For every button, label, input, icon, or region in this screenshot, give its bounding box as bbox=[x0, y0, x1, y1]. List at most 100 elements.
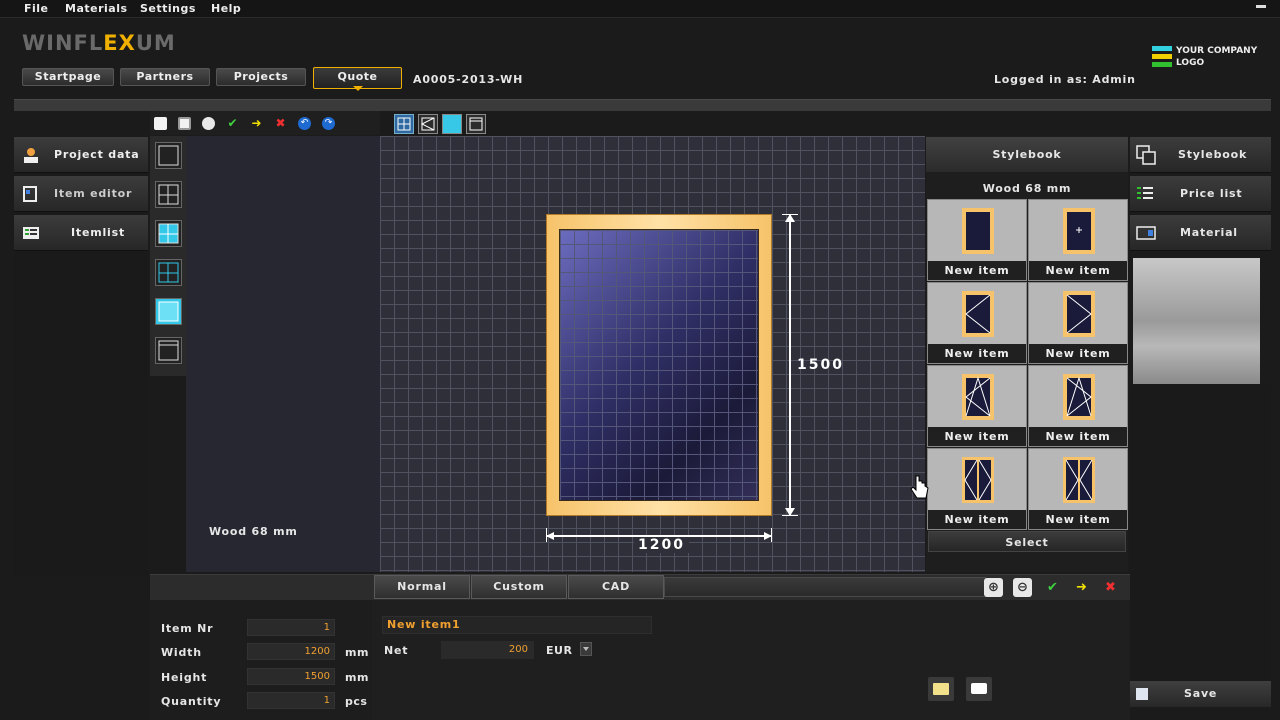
delete-icon[interactable]: ✖ bbox=[274, 117, 287, 130]
zoom-in-icon[interactable]: ⊕ bbox=[984, 578, 1003, 597]
zoom-out-icon[interactable]: ⊖ bbox=[1013, 578, 1032, 597]
select-button[interactable]: Select bbox=[928, 531, 1126, 552]
stylebook-item-label: New item bbox=[1029, 261, 1127, 280]
right-nav-label: Material bbox=[1180, 226, 1238, 239]
stylebook-item-label: New item bbox=[1029, 344, 1127, 363]
tilt-turn-right-icon bbox=[1063, 374, 1095, 420]
item-nr-label: Item Nr bbox=[161, 622, 214, 635]
stylebook-item[interactable]: New item bbox=[1028, 199, 1128, 281]
quantity-field[interactable]: 1 bbox=[247, 692, 335, 709]
casement-right-icon bbox=[1063, 291, 1095, 337]
menu-file[interactable]: File bbox=[24, 2, 49, 15]
logged-in-status: Logged in as: Admin bbox=[994, 73, 1136, 86]
tab-normal[interactable]: Normal bbox=[374, 575, 470, 599]
stylebook-item[interactable]: New item bbox=[1028, 282, 1128, 364]
right-nav-stylebook[interactable]: Stylebook bbox=[1130, 137, 1271, 173]
view-outline-icon[interactable] bbox=[466, 114, 486, 134]
menu-help[interactable]: Help bbox=[211, 2, 241, 15]
item-name-field[interactable]: New item1 bbox=[382, 616, 652, 634]
stylebook-item-label: New item bbox=[928, 510, 1026, 529]
menu-materials[interactable]: Materials bbox=[65, 2, 128, 15]
canvas-margin bbox=[186, 136, 380, 572]
width-unit: mm bbox=[345, 646, 369, 659]
app-logo: WINFLEXUM bbox=[22, 31, 176, 55]
view-frame-icon[interactable] bbox=[394, 114, 414, 134]
company-logo-line1: YOUR COMPANY bbox=[1176, 46, 1258, 56]
nav-projects-button[interactable]: Projects bbox=[216, 68, 306, 86]
shape-panel-icon[interactable] bbox=[155, 337, 182, 364]
minimize-icon[interactable] bbox=[1256, 5, 1266, 8]
height-unit: mm bbox=[345, 671, 369, 684]
right-nav-material[interactable]: Material bbox=[1130, 215, 1271, 251]
width-dimension-label: 1200 bbox=[634, 537, 689, 553]
active-tab-indicator bbox=[353, 86, 363, 91]
dimension-tick bbox=[782, 515, 798, 516]
currency-select[interactable]: EUR bbox=[546, 644, 572, 657]
shape-split-icon[interactable] bbox=[155, 181, 182, 208]
nav-partners-button[interactable]: Partners bbox=[120, 68, 210, 86]
shape-split-glass-icon[interactable] bbox=[155, 220, 182, 247]
shape-cross-icon[interactable] bbox=[155, 259, 182, 286]
redo-icon[interactable]: ↷ bbox=[322, 117, 335, 130]
dimension-tick bbox=[782, 214, 798, 215]
tab-bar-fill bbox=[664, 577, 986, 597]
open-folder-icon[interactable] bbox=[928, 677, 954, 701]
double-casement-alt-icon bbox=[1063, 457, 1095, 503]
right-nav-price-list[interactable]: Price list bbox=[1130, 176, 1271, 212]
save-button[interactable]: Save bbox=[1130, 681, 1271, 707]
itemlist-icon bbox=[23, 227, 39, 239]
comment-icon[interactable] bbox=[966, 677, 992, 701]
stylebook-item[interactable]: New item bbox=[927, 365, 1027, 447]
left-nav-item-editor[interactable]: Item editor bbox=[14, 176, 148, 212]
next-icon[interactable]: ➜ bbox=[1072, 578, 1091, 597]
header-separator bbox=[14, 99, 1271, 111]
net-price-field[interactable]: 200 bbox=[441, 641, 534, 659]
menu-settings[interactable]: Settings bbox=[140, 2, 196, 15]
quantity-label: Quantity bbox=[161, 695, 222, 708]
stylebook-item-label: New item bbox=[928, 344, 1026, 363]
nav-startpage-button[interactable]: Startpage bbox=[22, 68, 114, 86]
stylebook-item[interactable]: New item bbox=[927, 199, 1027, 281]
chevron-down-icon[interactable] bbox=[580, 642, 592, 656]
casement-left-icon bbox=[962, 291, 994, 337]
stylebook-item[interactable]: New item bbox=[927, 448, 1027, 530]
undo-icon[interactable]: ↶ bbox=[298, 117, 311, 130]
project-data-icon bbox=[24, 148, 38, 163]
left-nav-label: Item editor bbox=[54, 187, 133, 200]
left-nav-label: Project data bbox=[54, 148, 140, 161]
material-label: Wood 68 mm bbox=[209, 525, 298, 538]
left-nav-itemlist[interactable]: Itemlist bbox=[14, 215, 148, 251]
cancel-icon[interactable]: ✖ bbox=[1101, 578, 1120, 597]
tab-custom-items[interactable]: Custom items bbox=[471, 575, 567, 615]
stylebook-item[interactable]: New item bbox=[1028, 448, 1128, 530]
material-swatch[interactable] bbox=[1133, 258, 1260, 384]
shape-glass-icon[interactable] bbox=[155, 298, 182, 325]
stylebook-item-label: New item bbox=[1029, 510, 1127, 529]
check-icon[interactable]: ✔ bbox=[226, 117, 239, 130]
right-nav-label: Price list bbox=[1180, 187, 1243, 200]
window-glass[interactable] bbox=[559, 229, 759, 501]
view-glass-icon[interactable] bbox=[442, 114, 462, 134]
stop-icon[interactable] bbox=[178, 117, 191, 130]
price-list-icon bbox=[1137, 187, 1153, 199]
view-sash-icon[interactable] bbox=[418, 114, 438, 134]
stylebook-item[interactable]: New item bbox=[1028, 365, 1128, 447]
new-document-icon[interactable] bbox=[154, 117, 167, 130]
company-logo-line2: LOGO bbox=[1176, 58, 1205, 68]
right-panel bbox=[1130, 385, 1271, 681]
tab-cad[interactable]: CAD bbox=[568, 575, 664, 599]
item-editor-icon bbox=[23, 186, 37, 202]
stylebook-item[interactable]: New item bbox=[927, 282, 1027, 364]
width-field[interactable]: 1200 bbox=[247, 643, 335, 660]
logo-bar-yellow bbox=[1152, 54, 1172, 59]
tilt-turn-left-icon bbox=[962, 374, 994, 420]
shape-blank-icon[interactable] bbox=[155, 142, 182, 169]
item-nr-field[interactable]: 1 bbox=[247, 619, 335, 636]
stylebook-icon bbox=[1136, 145, 1156, 165]
confirm-icon[interactable]: ✔ bbox=[1043, 578, 1062, 597]
arrow-right-icon[interactable]: ➜ bbox=[250, 117, 263, 130]
settings-icon[interactable] bbox=[202, 117, 215, 130]
dimension-arrow-left-icon bbox=[546, 532, 554, 540]
left-nav-project-data[interactable]: Project data bbox=[14, 137, 148, 173]
height-field[interactable]: 1500 bbox=[247, 668, 335, 685]
